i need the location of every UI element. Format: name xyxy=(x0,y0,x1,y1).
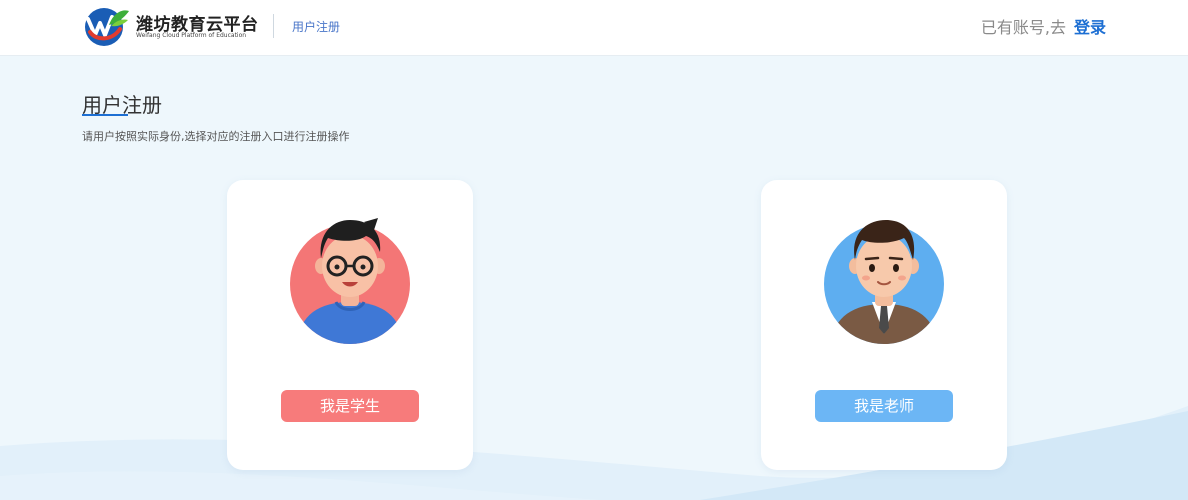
header-divider xyxy=(273,14,274,38)
teacher-avatar-icon xyxy=(824,220,944,344)
page-title-underline xyxy=(82,114,128,116)
teacher-register-button[interactable]: 我是老师 xyxy=(815,390,953,422)
teacher-role-card[interactable]: 我是老师 xyxy=(761,180,1007,470)
student-avatar-icon xyxy=(290,218,410,344)
weifang-cloud-logo-icon[interactable] xyxy=(82,5,130,47)
login-link[interactable]: 登录 xyxy=(1074,18,1106,37)
top-header: 潍坊教育云平台 Weifang Cloud Platform of Educat… xyxy=(0,0,1188,56)
header-page-name[interactable]: 用户注册 xyxy=(292,18,340,35)
student-register-button[interactable]: 我是学生 xyxy=(281,390,419,422)
background-waves xyxy=(0,406,1188,500)
login-prompt: 已有账号,去 登录 xyxy=(981,14,1106,38)
login-prompt-text: 已有账号,去 xyxy=(980,18,1066,37)
page-description: 请用户按照实际身份,选择对应的注册入口进行注册操作 xyxy=(82,130,350,143)
logo-subtitle: Weifang Cloud Platform of Education xyxy=(136,32,247,39)
student-role-card[interactable]: 我是学生 xyxy=(227,180,473,470)
